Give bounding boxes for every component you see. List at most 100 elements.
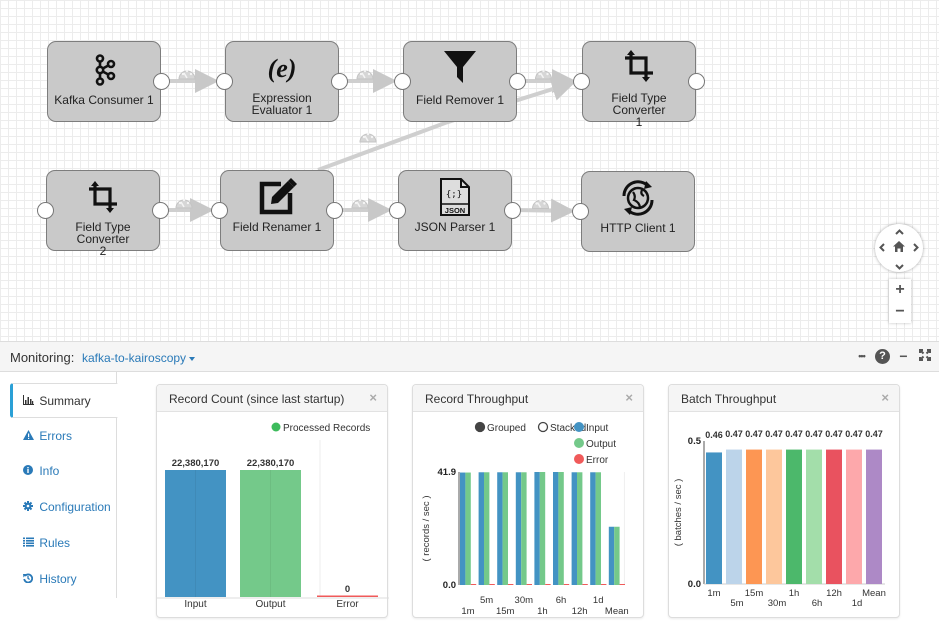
bar-error — [601, 584, 607, 585]
y-axis-label: ( batches / sec ) — [673, 479, 684, 547]
stage-node-http-client[interactable]: HTTP Client 1 — [572, 171, 695, 252]
stage-node-expression-evaluator[interactable]: (e) Expression Evaluator 1 — [216, 41, 348, 122]
input-port[interactable] — [37, 202, 54, 219]
info-icon — [23, 455, 35, 490]
input-port[interactable] — [572, 203, 589, 220]
input-port[interactable] — [394, 73, 411, 90]
close-icon[interactable]: × — [881, 390, 889, 405]
pan-right-icon[interactable] — [913, 243, 919, 255]
value-label: 0.47 — [845, 429, 863, 439]
sidenav-label: Info — [39, 464, 60, 478]
kafka-icon — [48, 50, 160, 90]
category-label: Output — [255, 599, 285, 610]
bar-output — [521, 472, 527, 585]
bar-input — [460, 472, 466, 585]
pan-up-icon[interactable] — [895, 226, 904, 238]
stage-node-field-type-converter-1[interactable]: Field Type Converter 1 — [573, 41, 705, 128]
stage-node-field-type-converter-2[interactable]: Field Type Converter 2 — [37, 170, 169, 257]
list-icon — [23, 527, 35, 562]
x-tick-label: 6h — [812, 598, 823, 609]
sidenav-item-errors[interactable]: Errors — [10, 419, 117, 454]
x-tick-label: 1d — [593, 595, 604, 606]
bar-mean — [866, 449, 882, 584]
value-label: 0 — [345, 584, 350, 595]
pan-down-icon[interactable] — [895, 261, 904, 273]
x-tick-label: Mean — [862, 588, 886, 599]
value-label: 0.47 — [805, 429, 823, 439]
svg-text:{;}: {;} — [446, 190, 462, 200]
x-tick-label: 1h — [789, 588, 800, 599]
stage-node-json-parser[interactable]: {;} JSON JSON Parser 1 — [389, 170, 521, 251]
x-tick-label: 1h — [537, 606, 548, 617]
output-port[interactable] — [504, 202, 521, 219]
output-port[interactable] — [153, 73, 170, 90]
sidenav-label: Summary — [39, 394, 91, 408]
record-throughput-chart: Grouped Stacked InputOutputError41.90.0( r… — [421, 421, 629, 617]
y-tick-label: 0.0 — [688, 579, 701, 590]
batch-throughput-panel: Batch Throughput × 0.5 0.0 ( batches / sec… — [668, 384, 900, 618]
bar-input — [515, 472, 522, 585]
input-port[interactable] — [211, 202, 228, 219]
pipeline-edge — [513, 198, 575, 223]
home-icon[interactable] — [893, 241, 905, 255]
pan-control[interactable] — [875, 224, 923, 272]
pan-left-icon[interactable] — [879, 243, 885, 255]
pipeline-canvas[interactable]: Kafka Consumer 1 (e) Expression Evaluato… — [0, 0, 939, 341]
expand-icon[interactable] — [914, 348, 935, 364]
output-port[interactable] — [331, 73, 348, 90]
sidenav-item-summary[interactable]: Summary — [10, 383, 118, 418]
x-tick-label: 5m — [480, 595, 493, 606]
edge-metrics-gauge-icon — [175, 198, 193, 209]
crop-convert-icon — [47, 177, 159, 217]
y-tick-label: 41.9 — [438, 467, 457, 478]
sidenav-label: History — [39, 572, 77, 586]
input-port[interactable] — [216, 73, 233, 90]
legend-swatch — [271, 422, 281, 432]
record-count-chart: Processed Records 22,380,170 Input 22,380,1… — [157, 422, 389, 610]
pipeline-selector-dropdown[interactable]: kafka-to-kairoscopy — [82, 351, 196, 365]
edge-metrics-gauge-icon — [534, 69, 553, 80]
sidenav-item-info[interactable]: Info — [10, 454, 117, 489]
bar-error — [317, 595, 378, 597]
bar-error — [545, 584, 551, 585]
bar-error — [489, 584, 495, 585]
minimize-icon[interactable]: − — [893, 348, 914, 364]
grouped-radio — [474, 421, 486, 433]
svg-text:JSON: JSON — [445, 206, 465, 215]
history-icon — [23, 563, 35, 598]
stage-node-kafka-consumer[interactable]: Kafka Consumer 1 — [47, 41, 170, 122]
bar-error — [508, 584, 514, 585]
batch-throughput-chart: 0.5 0.0 ( batches / sec ) 0.46 1m 0.47 5m 0.47 1… — [673, 429, 886, 609]
stage-node-field-renamer[interactable]: Field Renamer 1 — [211, 170, 343, 251]
zoom-in-button[interactable]: + — [889, 279, 911, 301]
edge-metrics-gauge-icon — [356, 69, 374, 80]
stacked-radio — [537, 421, 549, 433]
stage-node-field-remover[interactable]: Field Remover 1 — [394, 41, 526, 122]
help-icon[interactable]: ? — [875, 348, 890, 364]
bar-output — [465, 472, 471, 585]
close-icon[interactable]: × — [369, 390, 377, 405]
zoom-out-button[interactable]: − — [889, 301, 911, 323]
close-icon[interactable]: × — [625, 390, 633, 405]
bar-input — [608, 526, 615, 585]
x-tick-label: 1m — [461, 606, 474, 617]
bar-output — [595, 472, 601, 585]
x-tick-label: 12h — [826, 588, 842, 599]
sidenav-item-configuration[interactable]: Configuration — [10, 490, 117, 525]
bar-15m — [746, 449, 762, 584]
value-label: 0.47 — [725, 429, 743, 439]
stage-label: HTTP Client 1 — [600, 221, 676, 235]
bar-output — [539, 472, 546, 585]
category-label: Input — [184, 599, 206, 610]
sidenav-item-history[interactable]: History — [10, 562, 117, 597]
sidenav-label: Errors — [39, 429, 73, 443]
sidenav-item-rules[interactable]: Rules — [10, 526, 117, 561]
output-port[interactable] — [152, 202, 169, 219]
output-port[interactable] — [509, 73, 526, 90]
output-port[interactable] — [326, 202, 343, 219]
input-port[interactable] — [573, 73, 590, 90]
input-port[interactable] — [389, 202, 406, 219]
more-icon[interactable]: ••• — [851, 351, 872, 361]
output-port[interactable] — [688, 73, 705, 90]
legend-swatch-output — [574, 438, 584, 448]
